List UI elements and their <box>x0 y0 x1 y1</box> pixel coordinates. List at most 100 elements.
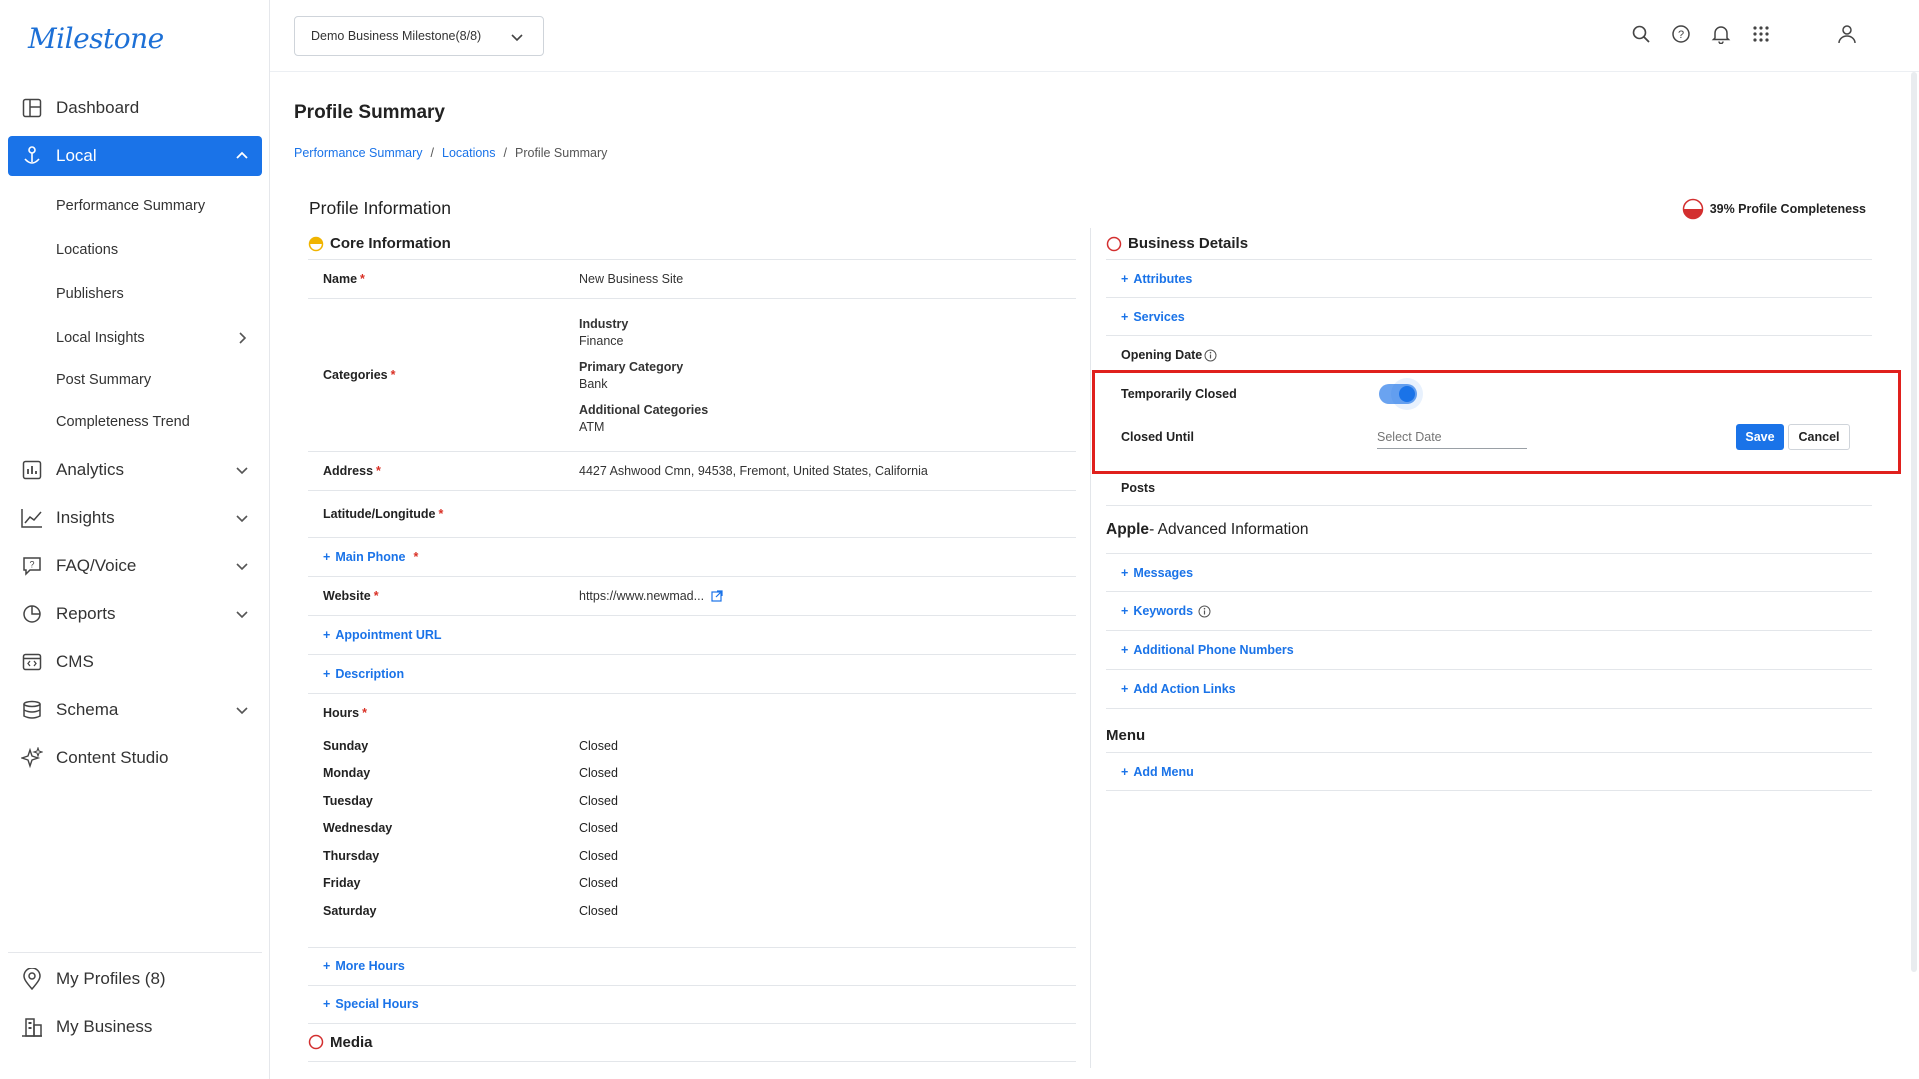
sidebar-item-dashboard[interactable]: Dashboard <box>8 88 262 128</box>
add-services-label: Services <box>1133 309 1185 324</box>
sidebar-item-reports[interactable]: Reports <box>8 594 262 634</box>
add-action-links-link[interactable]: + Add Action Links <box>1121 682 1236 696</box>
page-scrollbar[interactable] <box>1911 72 1917 972</box>
plus-icon: + <box>1121 271 1129 286</box>
sidebar-sub-performance-summary[interactable]: Performance Summary <box>8 184 262 228</box>
sidebar-sub-publishers[interactable]: Publishers <box>8 272 262 316</box>
category-industry-value: Finance <box>579 333 624 348</box>
opening-date-label[interactable]: Opening Date <box>1121 348 1377 362</box>
sidebar-sub-completeness-trend[interactable]: Completeness Trend <box>8 400 262 444</box>
add-phone-numbers-label: Additional Phone Numbers <box>1133 643 1294 657</box>
hours-status: Closed <box>579 738 618 753</box>
hours-status: Closed <box>579 903 618 918</box>
breadcrumb-locations[interactable]: Locations <box>442 146 496 160</box>
sidebar-item-analytics[interactable]: Analytics <box>8 450 262 490</box>
topbar-actions: ? <box>1629 22 1859 46</box>
sidebar-item-schema[interactable]: Schema <box>8 690 262 730</box>
apps-grid-icon[interactable] <box>1749 22 1773 46</box>
add-phone-numbers-link[interactable]: + Additional Phone Numbers <box>1121 643 1294 657</box>
info-icon[interactable] <box>1198 605 1211 618</box>
add-special-hours-label: Special Hours <box>335 997 419 1011</box>
partial-status-icon <box>308 236 324 251</box>
business-select[interactable]: Demo Business Milestone(8/8) <box>294 16 544 56</box>
hours-row-tuesday[interactable]: Tuesday Closed <box>308 787 1076 815</box>
category-additional: Additional Categories ATM <box>579 403 708 434</box>
sidebar-nav: Dashboard Local Performance Summary Loca… <box>8 88 262 786</box>
hours-day: Monday <box>323 766 371 781</box>
breadcrumb: Performance Summary / Locations / Profil… <box>294 146 607 160</box>
hours-row-wednesday[interactable]: Wednesday Closed <box>308 815 1076 843</box>
chevron-down-icon <box>236 467 248 475</box>
latlng-label[interactable]: Latitude/Longitude * <box>323 507 579 521</box>
page-title: Profile Summary <box>294 102 445 123</box>
core-information-section: Core Information Name * New Business Site… <box>308 228 1076 1062</box>
external-link-icon[interactable] <box>710 590 723 602</box>
sidebar-sub-post-summary[interactable]: Post Summary <box>8 360 262 400</box>
hours-row-friday[interactable]: Friday Closed <box>308 870 1076 898</box>
sidebar-item-cms[interactable]: CMS <box>8 642 262 682</box>
posts-label[interactable]: Posts <box>1121 481 1377 495</box>
sidebar-item-label: FAQ/Voice <box>56 556 137 575</box>
sidebar-item-insights[interactable]: Insights <box>8 498 262 538</box>
latlng-label-text: Latitude/Longitude <box>323 507 436 521</box>
breadcrumb-performance-summary[interactable]: Performance Summary <box>294 146 423 160</box>
help-icon[interactable]: ? <box>1669 22 1693 46</box>
website-value[interactable]: https://www.newmad... <box>579 589 723 603</box>
sidebar-sub-locations[interactable]: Locations <box>8 228 262 272</box>
hours-row-sunday[interactable]: Sunday Closed <box>308 732 1076 760</box>
brand-logo[interactable]: Milestone <box>28 22 164 55</box>
user-icon[interactable] <box>1835 22 1859 46</box>
add-keywords-link[interactable]: + Keywords <box>1121 604 1211 618</box>
name-value[interactable]: New Business Site <box>579 272 683 286</box>
address-label: Address * <box>323 464 579 478</box>
add-menu-row: + Add Menu <box>1106 753 1872 791</box>
add-attributes-label: Attributes <box>1133 271 1193 286</box>
add-menu-link[interactable]: + Add Menu <box>1121 765 1194 779</box>
reports-icon <box>20 602 44 626</box>
add-more-hours-label: More Hours <box>335 959 405 973</box>
add-special-hours-link[interactable]: + Special Hours <box>323 997 419 1011</box>
category-industry-key: Industry <box>579 316 629 331</box>
add-messages-link[interactable]: + Messages <box>1121 566 1193 580</box>
info-icon[interactable] <box>1204 349 1217 362</box>
profile-card: Profile Information 39% Profile Complete… <box>294 184 1888 1079</box>
add-attributes-link[interactable]: + Attributes <box>1121 272 1192 286</box>
add-more-hours-link[interactable]: + More Hours <box>323 959 405 973</box>
address-label-text: Address <box>323 464 374 478</box>
address-value[interactable]: 4427 Ashwood Cmn, 94538, Fremont, United… <box>579 464 928 478</box>
hours-day: Sunday <box>323 738 369 753</box>
sidebar-sub-label: Local Insights <box>56 330 145 346</box>
add-services-link[interactable]: + Services <box>1121 310 1185 324</box>
keywords-row: + Keywords <box>1106 592 1872 631</box>
sidebar-item-label: Local <box>56 146 97 165</box>
required-marker: * <box>373 589 379 603</box>
sidebar-item-my-profiles[interactable]: My Profiles (8) <box>8 959 262 999</box>
sparkle-icon <box>20 746 44 770</box>
insights-icon <box>20 506 44 530</box>
sidebar-item-content-studio[interactable]: Content Studio <box>8 738 262 778</box>
plus-icon: + <box>1121 309 1129 324</box>
phones-row: + Additional Phone Numbers <box>1106 631 1872 670</box>
add-main-phone-link[interactable]: + Main Phone * <box>323 550 418 564</box>
categories-value[interactable]: Industry Finance Primary Category Bank Add… <box>579 307 708 444</box>
hours-row-thursday[interactable]: Thursday Closed <box>308 842 1076 870</box>
sidebar-item-local[interactable]: Local <box>8 136 262 176</box>
add-main-phone-label: Main Phone <box>335 550 406 564</box>
hours-row-saturday[interactable]: Saturday Closed <box>308 897 1076 925</box>
search-icon[interactable] <box>1629 22 1653 46</box>
add-description-link[interactable]: + Description <box>323 667 404 681</box>
sidebar-item-my-business[interactable]: My Business <box>8 1007 262 1047</box>
website-url[interactable]: https://www.newmad... <box>579 589 704 603</box>
sidebar-sub-local-insights[interactable]: Local Insights <box>8 316 262 360</box>
core-information-title: Core Information <box>330 235 451 252</box>
bell-icon[interactable] <box>1709 22 1733 46</box>
website-label-text: Website <box>323 589 371 603</box>
add-appointment-url-link[interactable]: + Appointment URL <box>323 628 442 642</box>
hours-row-monday[interactable]: Monday Closed <box>308 760 1076 788</box>
sidebar-item-faq-voice[interactable]: ? FAQ/Voice <box>8 546 262 586</box>
cms-icon <box>20 650 44 674</box>
category-industry: Industry Finance <box>579 317 708 348</box>
breadcrumb-separator: / <box>503 146 507 160</box>
sidebar-item-label: Reports <box>56 604 116 623</box>
breadcrumb-separator: / <box>430 146 434 160</box>
